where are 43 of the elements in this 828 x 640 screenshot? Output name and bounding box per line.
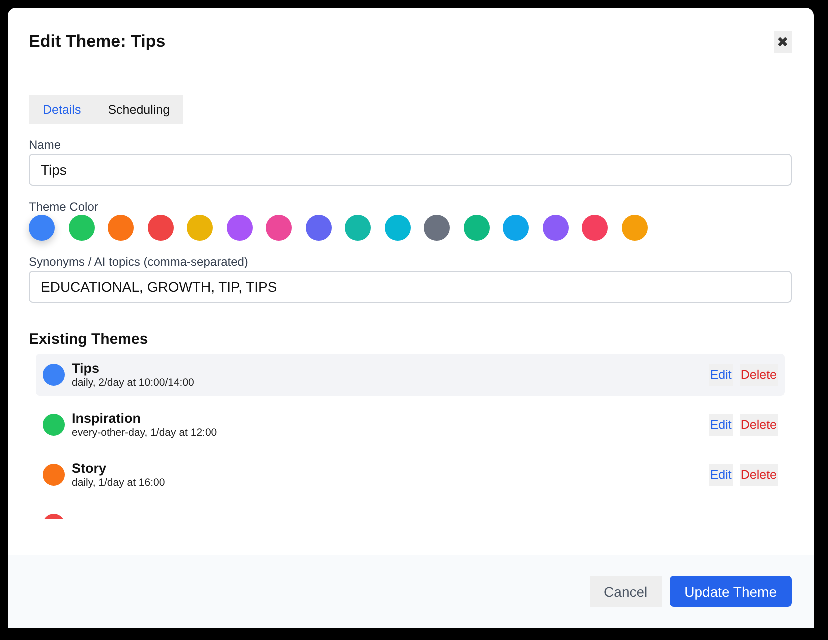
color-swatch[interactable] <box>29 215 55 241</box>
theme-row[interactable]: Tips daily, 2/day at 10:00/14:00 Edit Delete <box>36 354 785 396</box>
theme-row[interactable]: Story daily, 1/day at 16:00 Edit Delete <box>36 454 785 496</box>
color-swatch[interactable] <box>68 215 94 241</box>
edit-button[interactable]: Edit <box>709 364 733 386</box>
theme-name: Tips <box>72 360 101 376</box>
field-label: Name <box>29 138 62 153</box>
name-field[interactable]: Tips <box>29 154 792 186</box>
theme-name: Story <box>72 460 108 476</box>
tab[interactable]: Scheduling <box>94 95 184 124</box>
edit-button[interactable]: Edit <box>709 464 733 486</box>
theme-schedule: every-other-day, 1/day at 12:00 <box>72 426 218 440</box>
update-button[interactable]: Update Theme <box>670 576 792 607</box>
theme-schedule: daily, 2/day at 10:00/14:00 <box>72 376 196 390</box>
color-swatch[interactable] <box>503 215 529 241</box>
color-swatch[interactable] <box>148 215 174 241</box>
theme-name: Inspiration <box>72 410 142 426</box>
color-swatch[interactable] <box>424 215 450 241</box>
color-swatch[interactable] <box>622 215 648 241</box>
dialog-title: Edit Theme: Tips <box>29 32 166 52</box>
field-label: Synonyms / AI topics (comma-separated) <box>29 255 250 270</box>
color-swatch[interactable] <box>542 215 568 241</box>
edit-button[interactable]: Edit <box>709 414 733 436</box>
color-swatch[interactable] <box>306 215 332 241</box>
color-swatch[interactable] <box>266 215 292 241</box>
tab[interactable]: Details <box>29 95 94 124</box>
theme-row[interactable]: Inspiration every-other-day, 1/day at 12:00 Edit Delete <box>36 404 785 446</box>
color-swatch[interactable] <box>582 215 608 241</box>
color-swatch[interactable] <box>226 215 252 241</box>
color-swatch[interactable] <box>345 215 371 241</box>
delete-button[interactable]: Delete <box>740 414 778 436</box>
color-swatch[interactable] <box>108 215 134 241</box>
color-swatch[interactable] <box>384 215 410 241</box>
close-button[interactable]: ✖ <box>774 31 792 53</box>
color-swatch[interactable] <box>464 215 490 241</box>
cancel-button[interactable]: Cancel <box>590 576 662 607</box>
synonyms-field[interactable]: EDUCATIONAL, GROWTH, TIP, TIPS <box>29 271 792 303</box>
field-label: Theme Color <box>29 200 100 215</box>
theme-schedule: daily, 1/day at 16:00 <box>72 476 166 490</box>
color-swatch[interactable] <box>187 215 213 241</box>
delete-button[interactable]: Delete <box>740 364 778 386</box>
section-heading: Existing Themes <box>29 331 150 348</box>
delete-button[interactable]: Delete <box>740 464 778 486</box>
